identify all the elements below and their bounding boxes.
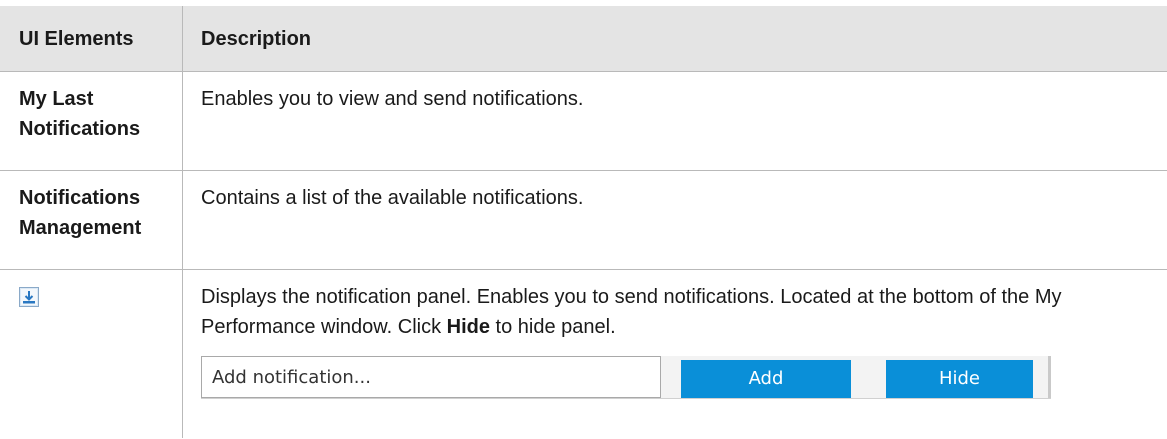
table-row: Displays the notification panel. Enables…	[0, 269, 1167, 439]
add-notification-input[interactable]	[201, 356, 661, 398]
ui-element-name: My Last Notifications	[0, 71, 183, 171]
description-text-before: Displays the notification panel. Enables…	[201, 286, 1062, 338]
column-header-description: Description	[182, 6, 1167, 72]
column-header-ui-elements: UI Elements	[0, 6, 183, 72]
hide-button[interactable]: Hide	[886, 360, 1033, 398]
panel-description-text: Displays the notification panel. Enables…	[201, 282, 1148, 342]
ui-element-description: Enables you to view and send notificatio…	[182, 71, 1167, 171]
ui-element-description: Contains a list of the available notific…	[182, 170, 1167, 270]
ui-element-name: Notifications Management	[0, 170, 183, 270]
ui-element-description: Displays the notification panel. Enables…	[182, 269, 1167, 439]
add-button[interactable]: Add	[681, 360, 851, 398]
description-text-after: to hide panel.	[490, 316, 616, 338]
ui-element-icon-cell	[0, 269, 183, 439]
show-notification-panel-icon	[19, 286, 39, 307]
table-row: My Last Notifications Enables you to vie…	[0, 71, 1167, 171]
description-hide-emphasis: Hide	[446, 316, 490, 338]
table-header-row: UI Elements Description	[0, 6, 1167, 72]
show-notification-panel-icon-graphic	[19, 287, 39, 307]
panel-divider	[1048, 356, 1051, 398]
notification-panel: Add Hide	[201, 356, 1051, 399]
table-row: Notifications Management Contains a list…	[0, 170, 1167, 270]
ui-elements-table: UI Elements Description My Last Notifica…	[0, 6, 1167, 439]
